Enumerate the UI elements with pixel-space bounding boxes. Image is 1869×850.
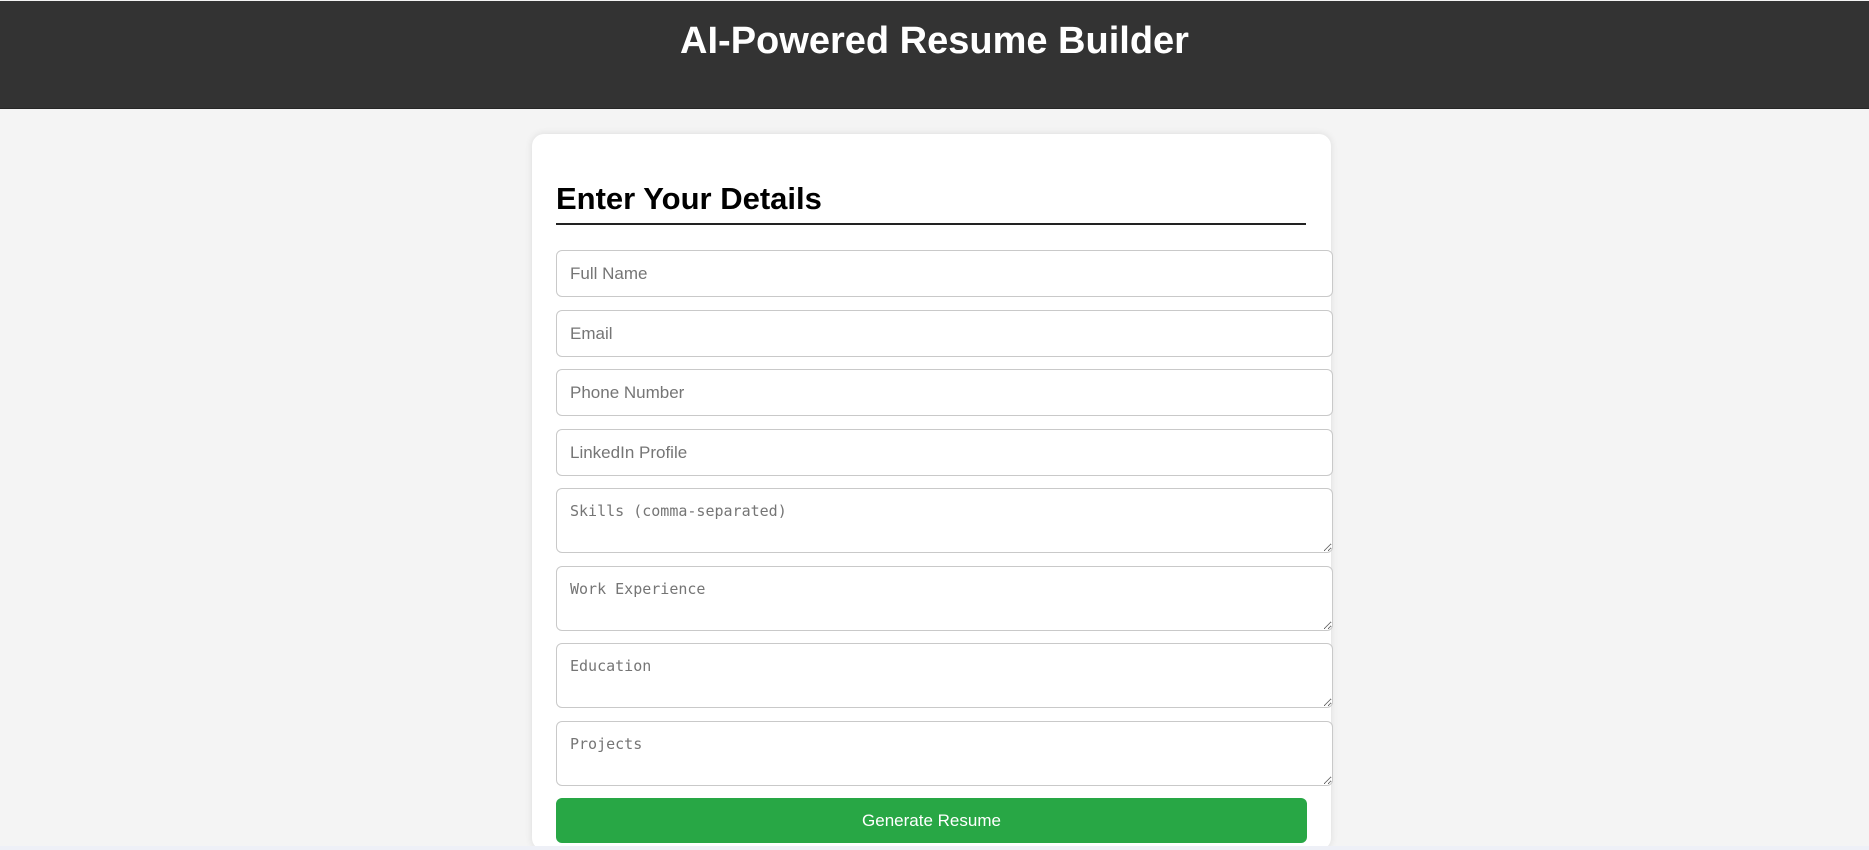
generate-resume-button[interactable]: Generate Resume: [556, 798, 1307, 843]
projects-textarea[interactable]: [556, 721, 1333, 786]
education-textarea[interactable]: [556, 643, 1333, 708]
form-title: Enter Your Details: [556, 180, 1306, 225]
full-name-input[interactable]: [556, 250, 1333, 297]
skills-textarea[interactable]: [556, 488, 1333, 553]
phone-number-input[interactable]: [556, 369, 1333, 416]
resume-form-card: Enter Your Details Generate Resume: [532, 134, 1333, 850]
work-experience-textarea[interactable]: [556, 566, 1333, 631]
linkedin-profile-input[interactable]: [556, 429, 1333, 476]
bottom-edge: [0, 846, 1869, 850]
page-title: AI-Powered Resume Builder: [680, 20, 1189, 62]
page-header: AI-Powered Resume Builder: [0, 1, 1869, 109]
email-input[interactable]: [556, 310, 1333, 357]
